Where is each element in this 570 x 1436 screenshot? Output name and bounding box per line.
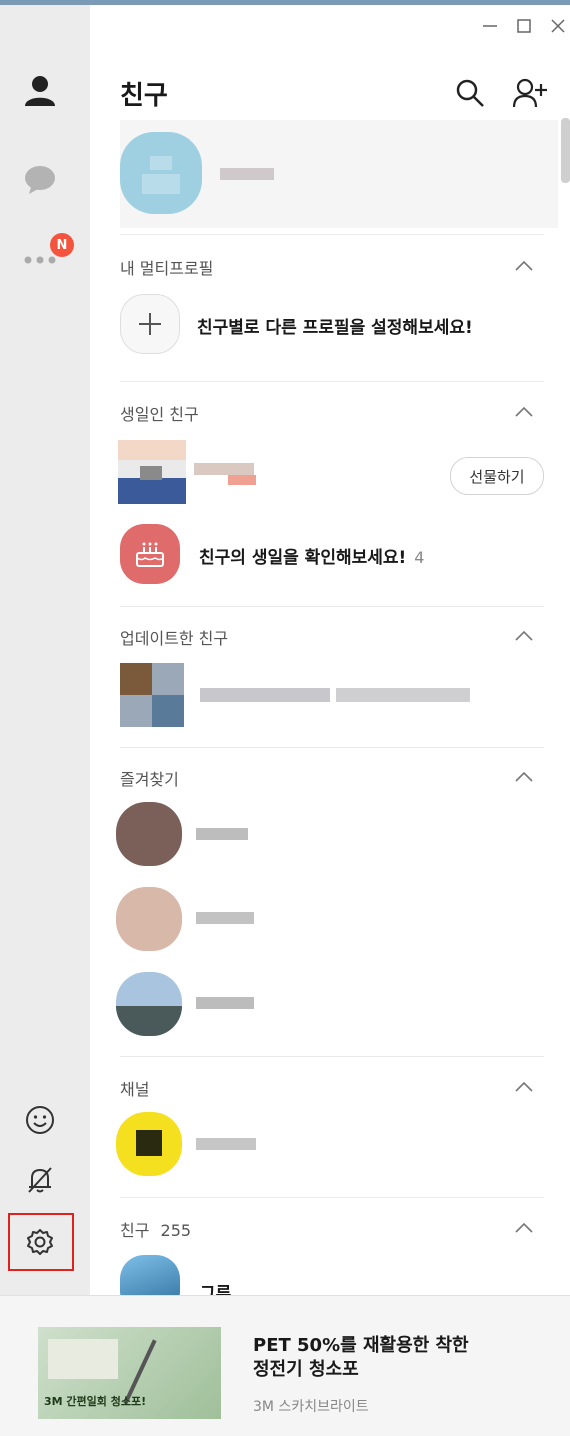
birthday-check-row[interactable]: 친구의 생일을 확인해보세요! 4 xyxy=(199,543,424,568)
favorite-friend-name-blurred xyxy=(196,997,254,1009)
updated-friend-status-blurred xyxy=(336,688,470,702)
emoticon-icon[interactable] xyxy=(20,1100,60,1140)
sidebar: N xyxy=(0,5,90,1295)
favorite-friend-name-blurred xyxy=(196,828,248,840)
multi-profile-section-title: 내 멀티프로필 xyxy=(120,259,214,278)
updated-friend-avatar[interactable] xyxy=(120,663,184,727)
friends-tab-icon[interactable] xyxy=(20,70,60,110)
search-icon[interactable] xyxy=(450,73,490,113)
birthday-section-title: 생일인 친구 xyxy=(120,405,199,424)
gift-button[interactable]: 선물하기 xyxy=(450,457,544,495)
favorite-friend-avatar[interactable] xyxy=(116,802,182,866)
favorite-friend-name-blurred xyxy=(196,912,254,924)
mute-notifications-icon[interactable] xyxy=(20,1160,60,1200)
notification-badge: N xyxy=(50,233,74,257)
my-profile-row[interactable] xyxy=(120,120,558,228)
divider xyxy=(120,234,544,235)
ad-banner[interactable]: 3M 간편일회 청소포! PET 50%를 재활용한 착한 정전기 청소포 3M… xyxy=(0,1295,570,1436)
birthday-friend-name-blurred xyxy=(194,463,254,475)
divider xyxy=(120,381,544,382)
collapse-chevron-icon[interactable] xyxy=(514,1220,534,1234)
collapse-chevron-icon[interactable] xyxy=(514,769,534,783)
birthday-friend-name-blurred-2 xyxy=(228,475,256,485)
ad-image: 3M 간편일회 청소포! xyxy=(38,1327,221,1419)
divider xyxy=(120,747,544,748)
divider xyxy=(120,1197,544,1198)
my-profile-avatar xyxy=(120,132,202,214)
ad-advertiser: 3M 스카치브라이트 xyxy=(253,1399,369,1415)
favorite-friend-avatar[interactable] xyxy=(116,972,182,1036)
birthday-check-text: 친구의 생일을 확인해보세요! xyxy=(199,548,407,568)
ad-title: PET 50%를 재활용한 착한 정전기 청소포 xyxy=(253,1335,469,1380)
collapse-chevron-icon[interactable] xyxy=(514,404,534,418)
ad-image-caption: 3M 간편일회 청소포! xyxy=(44,1395,147,1408)
friends-section-title: 친구 255 xyxy=(120,1217,191,1241)
friend-avatar[interactable] xyxy=(120,1255,180,1295)
page-title: 친구 xyxy=(120,81,168,111)
scrollbar-thumb[interactable] xyxy=(561,118,570,183)
collapse-chevron-icon[interactable] xyxy=(514,1079,534,1093)
settings-highlight-box xyxy=(8,1213,74,1271)
updated-friend-name-blurred xyxy=(200,688,330,702)
divider xyxy=(120,606,544,607)
multi-profile-create-text[interactable]: 친구별로 다른 프로필을 설정해보세요! xyxy=(197,313,473,338)
divider xyxy=(120,1056,544,1057)
favorites-section-title: 즐겨찾기 xyxy=(120,770,179,789)
birthday-friend-avatar xyxy=(118,440,186,504)
plus-icon xyxy=(139,313,161,335)
updated-section-title: 업데이트한 친구 xyxy=(120,629,229,648)
channel-name-blurred xyxy=(196,1138,256,1150)
my-profile-name-blurred xyxy=(220,168,274,180)
collapse-chevron-icon[interactable] xyxy=(514,628,534,642)
friends-count: 255 xyxy=(160,1221,192,1240)
favorite-friend-avatar[interactable] xyxy=(116,887,182,951)
channel-avatar[interactable] xyxy=(116,1112,182,1176)
chats-tab-icon[interactable] xyxy=(20,160,60,200)
add-multi-profile-button[interactable] xyxy=(120,294,180,354)
friends-panel: 친구 내 멀티프로필 친구별로 다른 프로필을 설정해보세요! 생일인 친구 선… xyxy=(90,5,570,1295)
birthday-count: 4 xyxy=(414,548,425,567)
channel-section-title: 채널 xyxy=(120,1080,150,1099)
collapse-chevron-icon[interactable] xyxy=(514,258,534,272)
birthday-cake-icon xyxy=(120,524,180,584)
add-friend-icon[interactable] xyxy=(510,73,550,113)
friends-section-label: 친구 xyxy=(120,1221,150,1240)
friend-name[interactable]: 그루 xyxy=(200,1279,231,1295)
